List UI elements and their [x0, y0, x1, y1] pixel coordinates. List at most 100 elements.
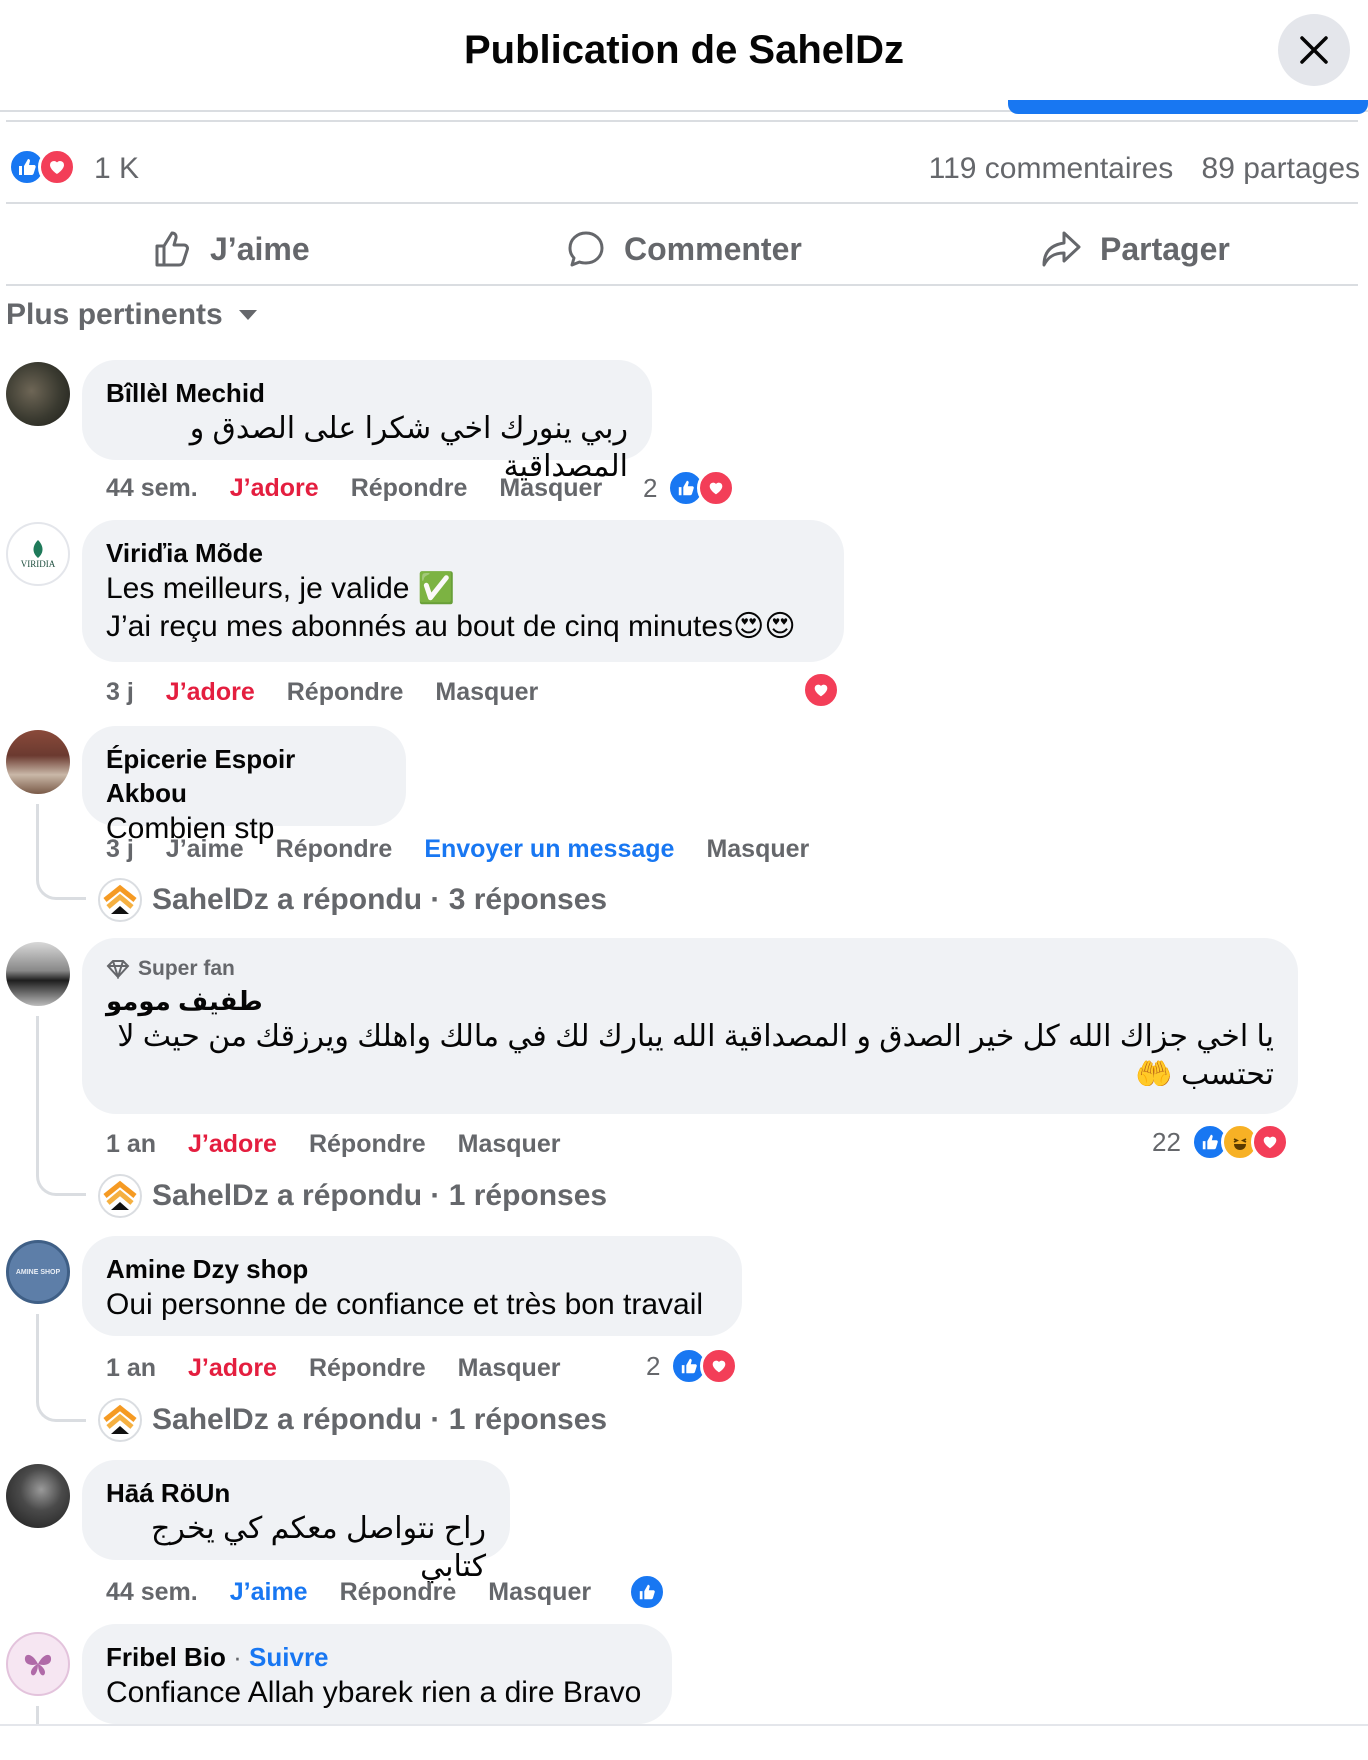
scroll-indicator: [1008, 100, 1368, 114]
love-reaction-icon: [1250, 1123, 1289, 1161]
leaf-logo-icon: [33, 540, 43, 558]
comment-text: Confiance Allah ybarek rien a dire Bravo: [106, 1676, 642, 1709]
view-replies-link[interactable]: SahelDz a répondu · 3 réponses: [98, 878, 607, 922]
love-reaction-icon: [700, 1347, 739, 1385]
comment-bubble: Amine Dzy shop Oui personne de confiance…: [82, 1236, 742, 1336]
divider: [6, 284, 1358, 286]
love-reaction-icon: [697, 469, 736, 507]
reply-button[interactable]: Répondre: [309, 1130, 426, 1159]
comment-reactions[interactable]: [628, 1572, 666, 1612]
comment-sort-dropdown[interactable]: Plus pertinents: [6, 298, 257, 332]
comment-author[interactable]: Viriďia Mõde: [106, 536, 820, 570]
saheldz-logo-icon: [98, 1398, 142, 1442]
divider: [6, 202, 1358, 204]
comment-actions: 44 sem. J’aime Répondre Masquer: [106, 1574, 623, 1610]
comment-time[interactable]: 44 sem.: [106, 474, 198, 503]
hide-button[interactable]: Masquer: [458, 1130, 561, 1159]
comment-text: تحتسب 🤲: [1135, 1058, 1274, 1091]
hide-button[interactable]: Masquer: [458, 1354, 561, 1383]
avatar-shop-text: AMINE SHOP: [15, 1268, 61, 1276]
thread-line: [36, 804, 86, 900]
logo-text: VIRIDIA: [20, 559, 56, 569]
comment-time[interactable]: 3 j: [106, 835, 134, 864]
react-button[interactable]: J’adore: [188, 1130, 277, 1159]
reply-button[interactable]: Répondre: [287, 678, 404, 707]
hide-button[interactable]: Masquer: [435, 678, 538, 707]
comment-text: يا اخي جزاك الله كل خير الصدق و المصداقي…: [117, 1020, 1274, 1053]
view-replies-link[interactable]: SahelDz a répondu · 1 réponses: [98, 1398, 607, 1442]
comment-time[interactable]: 1 an: [106, 1354, 156, 1383]
comment-bubble: Viriďia Mõde Les meilleurs, je valide ✅ …: [82, 520, 844, 662]
comment-reactions[interactable]: [802, 670, 840, 710]
replies-label: SahelDz a répondu · 3 réponses: [152, 883, 608, 916]
avatar[interactable]: [6, 1632, 70, 1696]
comment-actions: 3 j J’adore Répondre Masquer: [106, 674, 570, 710]
thread-line: [36, 1016, 86, 1196]
comment-author[interactable]: Bîllèl Mechid: [106, 376, 628, 410]
comment-author[interactable]: طفيف مومو: [106, 984, 1274, 1018]
comment-text: J’ai reçu mes abonnés au bout de cinq mi…: [106, 610, 796, 643]
reaction-count: 2: [643, 472, 658, 503]
comment-bubble: Super fan طفيف مومو يا اخي جزاك الله كل …: [82, 938, 1298, 1114]
avatar[interactable]: [6, 730, 70, 794]
react-button[interactable]: J’aime: [166, 835, 244, 864]
love-reaction-icon: [38, 148, 76, 186]
share-button[interactable]: Partager: [1040, 224, 1230, 274]
comment-label: Commenter: [624, 230, 802, 267]
comment-time[interactable]: 44 sem.: [106, 1578, 198, 1607]
love-reaction-icon: [802, 671, 840, 709]
reply-button[interactable]: Répondre: [276, 835, 393, 864]
hide-button[interactable]: Masquer: [488, 1578, 591, 1607]
thread-line: [36, 1314, 86, 1422]
reaction-count: 22: [1152, 1126, 1181, 1157]
super-fan-badge: Super fan: [106, 954, 1274, 984]
comment-button[interactable]: Commenter: [566, 224, 802, 274]
avatar[interactable]: VIRIDIA: [6, 522, 70, 586]
comment-bubble: Hāá RöUn راح نتواصل معكم كي يخرج كتابي: [82, 1460, 510, 1583]
page-title: Publication de SahelDz: [463, 28, 905, 72]
avatar[interactable]: AMINE SHOP: [6, 1240, 70, 1304]
comment-bubble: Bîllèl Mechid ربي ينورك اخي شكرا على الص…: [82, 360, 652, 483]
comment-reactions[interactable]: 22: [1152, 1122, 1289, 1162]
like-button[interactable]: J’aime: [152, 224, 310, 274]
follow-button[interactable]: Suivre: [249, 1642, 329, 1672]
comment-bubble: Fribel Bio · Suivre Confiance Allah ybar…: [82, 1624, 672, 1724]
avatar[interactable]: [6, 942, 70, 1006]
reply-button[interactable]: Répondre: [351, 474, 468, 503]
reply-button[interactable]: Répondre: [340, 1578, 457, 1607]
comment-actions: 1 an J’adore Répondre Masquer: [106, 1126, 592, 1162]
hide-button[interactable]: Masquer: [706, 835, 809, 864]
saheldz-logo-icon: [98, 1174, 142, 1218]
like-reaction-icon: [628, 1573, 666, 1611]
comment-author[interactable]: Fribel Bio: [106, 1642, 226, 1672]
avatar[interactable]: [6, 362, 70, 426]
comment-reactions[interactable]: 2: [643, 468, 736, 508]
comments-count-link[interactable]: 119 commentaires: [929, 152, 1174, 185]
comment-time[interactable]: 1 an: [106, 1130, 156, 1159]
butterfly-logo-icon: [24, 1654, 52, 1676]
caret-down-icon: [238, 310, 257, 320]
hide-button[interactable]: Masquer: [499, 474, 602, 503]
avatar[interactable]: [6, 1464, 70, 1528]
shares-count-link[interactable]: 89 partages: [1202, 152, 1360, 185]
comment-text: Les meilleurs, je valide ✅: [106, 572, 456, 605]
comment-actions: 44 sem. J’adore Répondre Masquer: [106, 470, 634, 506]
close-button[interactable]: [1278, 14, 1350, 86]
react-button[interactable]: J’adore: [188, 1354, 277, 1383]
comment-author[interactable]: Épicerie Espoir Akbou: [106, 742, 382, 810]
react-button[interactable]: J’adore: [166, 678, 255, 707]
comment-bubble: Épicerie Espoir Akbou Combien stp: [82, 726, 406, 845]
comment-composer-bar: [0, 1724, 1368, 1760]
reactions-summary[interactable]: 1 K 119 commentaires 89 partages: [8, 148, 1360, 192]
react-button[interactable]: J’aime: [230, 1578, 308, 1607]
divider: [6, 120, 1358, 122]
comment-author[interactable]: Amine Dzy shop: [106, 1252, 718, 1286]
view-replies-link[interactable]: SahelDz a répondu · 1 réponses: [98, 1174, 607, 1218]
comment-reactions[interactable]: 2: [646, 1346, 739, 1386]
reply-button[interactable]: Répondre: [309, 1354, 426, 1383]
comment-time[interactable]: 3 j: [106, 678, 134, 707]
post-header: Publication de SahelDz: [0, 0, 1368, 112]
send-message-button[interactable]: Envoyer un message: [424, 835, 674, 864]
comment-author[interactable]: Hāá RöUn: [106, 1476, 486, 1510]
react-button[interactable]: J’adore: [230, 474, 319, 503]
